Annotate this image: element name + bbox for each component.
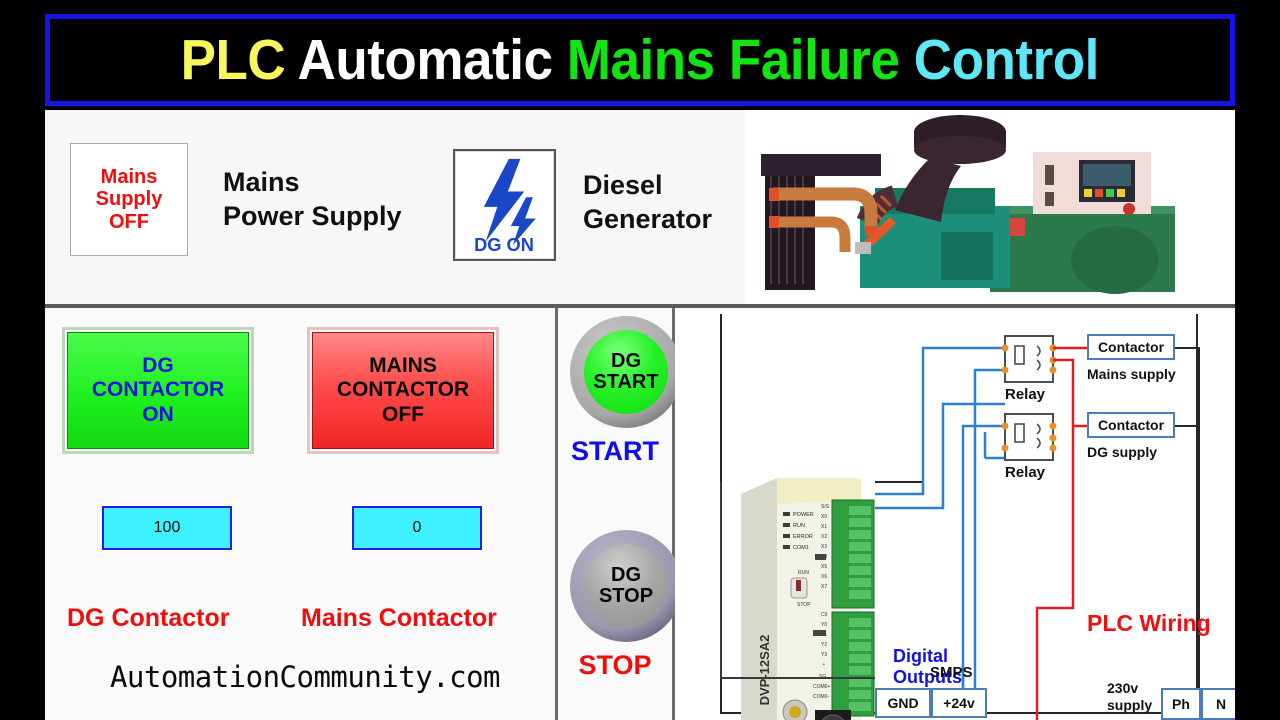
dg-contactor-status-tile[interactable]: DG CONTACTOR ON bbox=[62, 327, 254, 454]
svg-text:DG ON: DG ON bbox=[474, 234, 534, 255]
supply-label-line1: 230v bbox=[1107, 680, 1139, 696]
pushbutton-panel: DG START START DG STOP STOP bbox=[558, 308, 682, 720]
title-part-control: Control bbox=[914, 28, 1100, 92]
dg-stop-face-line1: DG bbox=[611, 564, 641, 586]
plc-wiring-title: PLC Wiring bbox=[1087, 610, 1211, 636]
dg-stop-button-face: DG STOP bbox=[584, 544, 668, 628]
dg-tile-line3: ON bbox=[142, 402, 174, 426]
mains-indicator-line1: Mains bbox=[100, 165, 158, 188]
dg-start-button[interactable]: DG START bbox=[570, 316, 682, 428]
mains-tile-line2: CONTACTOR bbox=[336, 378, 470, 402]
supply-label-line2: supply bbox=[1107, 696, 1153, 713]
mains-power-supply-label: Mains Power Supply bbox=[223, 165, 402, 233]
relay-mains-label: Relay bbox=[1005, 386, 1046, 403]
hmi-canvas: Mains Supply OFF Mains Power Supply DG O… bbox=[45, 110, 1235, 720]
dg-start-face-line2: START bbox=[593, 371, 659, 393]
mains-tile-line3: OFF bbox=[382, 402, 424, 426]
contactor-status-panel: DG CONTACTOR ON MAINS CONTACTOR OFF 100 … bbox=[45, 308, 555, 720]
start-caption: START bbox=[571, 436, 659, 466]
dg-on-indicator: DG ON bbox=[453, 149, 556, 261]
diesel-label-line1: Diesel bbox=[583, 170, 663, 200]
page-title-bar: PLC Automatic Mains Failure Control bbox=[45, 14, 1235, 106]
screenshot-root: PLC Automatic Mains Failure Control Main… bbox=[0, 0, 1280, 720]
contactor-dg-box: Contactor bbox=[1087, 412, 1175, 438]
dg-contactor-value-field[interactable]: 100 bbox=[102, 506, 232, 550]
stop-caption: STOP bbox=[578, 650, 652, 680]
mains-tile-line1: MAINS bbox=[369, 353, 437, 377]
mains-power-label-line1: Mains bbox=[223, 167, 300, 197]
mains-contactor-status-tile[interactable]: MAINS CONTACTOR OFF bbox=[307, 327, 499, 454]
dg-contactor-caption: DG Contactor bbox=[67, 604, 230, 632]
mains-contactor-tile-text: MAINS CONTACTOR OFF bbox=[337, 354, 469, 428]
mains-indicator-line3: OFF bbox=[109, 210, 149, 233]
title-part-mains-failure: Mains Failure bbox=[567, 28, 900, 92]
supply-label: 230v supply bbox=[1107, 680, 1152, 714]
dg-tile-line2: CONTACTOR bbox=[91, 378, 225, 402]
smps-24v-terminal: +24v bbox=[931, 688, 987, 718]
contactor-mains-sublabel: Mains supply bbox=[1087, 366, 1176, 382]
title-part-plc: PLC bbox=[180, 28, 286, 92]
dg-start-button-face: DG START bbox=[584, 330, 668, 414]
contactor-mains-box: Contactor bbox=[1087, 334, 1175, 360]
diesel-generator-photo bbox=[745, 110, 1235, 307]
site-url-watermark: AutomationCommunity.com bbox=[109, 660, 501, 694]
dg-tile-line1: DG bbox=[142, 353, 174, 377]
plc-wiring-diagram: DVP-12SA2 POWER RUN ERROR COM1 RUN STOP bbox=[675, 308, 1235, 720]
title-part-automatic: Automatic bbox=[297, 28, 553, 92]
status-overview-section: Mains Supply OFF Mains Power Supply DG O… bbox=[45, 110, 757, 305]
mains-contactor-caption: Mains Contactor bbox=[301, 604, 497, 632]
page-title: PLC Automatic Mains Failure Control bbox=[180, 27, 1100, 93]
contactor-dg-sublabel: DG supply bbox=[1087, 444, 1158, 460]
dg-start-face-line1: DG bbox=[611, 350, 641, 372]
dg-stop-face-line2: STOP bbox=[598, 585, 654, 607]
relay-dg-label: Relay bbox=[1005, 464, 1046, 481]
diesel-generator-label: Diesel Generator bbox=[583, 168, 712, 236]
supply-ph-terminal: Ph bbox=[1161, 688, 1201, 720]
diesel-label-line2: Generator bbox=[583, 204, 713, 235]
mains-contactor-value-field[interactable]: 0 bbox=[352, 506, 482, 550]
lightning-bolt-icon: DG ON bbox=[474, 158, 536, 255]
smps-gnd-terminal: GND bbox=[875, 688, 931, 718]
dg-contactor-tile-text: DG CONTACTOR ON bbox=[92, 354, 224, 428]
dg-stop-button[interactable]: DG STOP bbox=[570, 530, 682, 642]
mains-indicator-line2: Supply bbox=[95, 188, 163, 211]
mains-supply-indicator: Mains Supply OFF bbox=[70, 143, 188, 256]
supply-n-terminal: N bbox=[1201, 688, 1235, 720]
smps-title: SMPS bbox=[930, 664, 973, 681]
mains-power-label-line2: Power Supply bbox=[223, 201, 402, 232]
